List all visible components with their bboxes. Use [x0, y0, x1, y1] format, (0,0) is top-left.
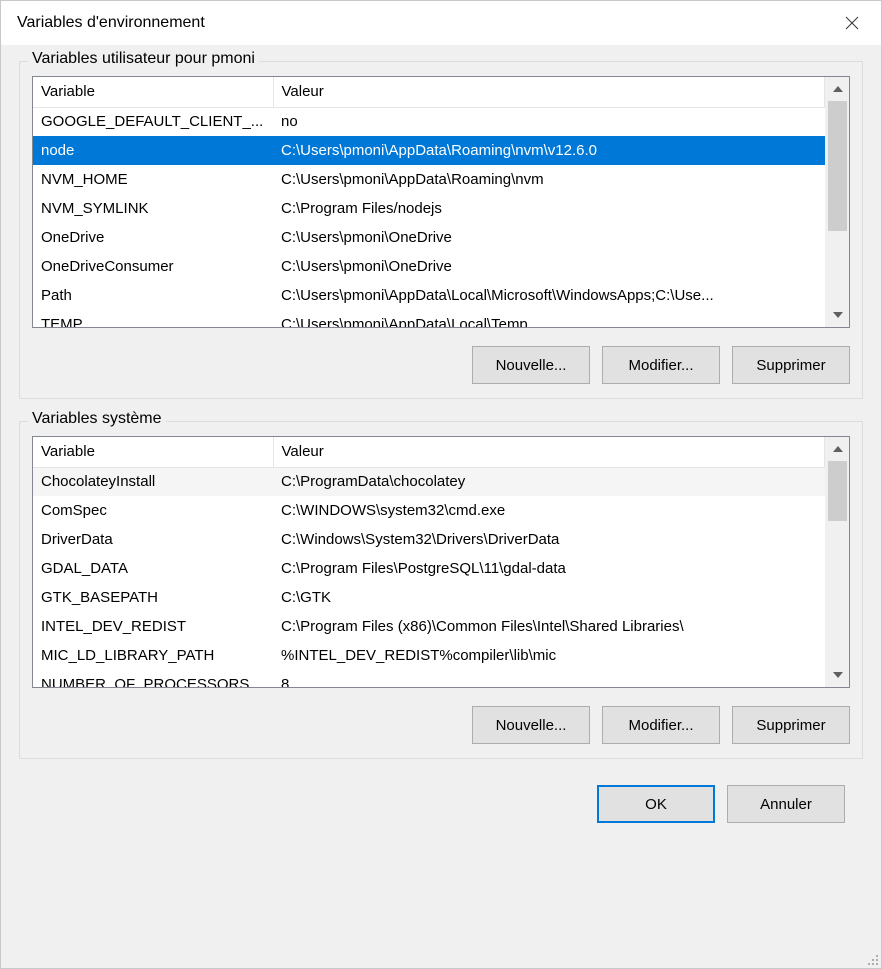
table-row[interactable]: PathC:\Users\pmoni\AppData\Local\Microso…	[33, 281, 825, 310]
cell-value: C:\Users\pmoni\AppData\Roaming\nvm\v12.6…	[273, 136, 825, 165]
user-vars-legend: Variables utilisateur pour pmoni	[28, 50, 259, 68]
cell-variable: DriverData	[33, 525, 273, 554]
scroll-thumb[interactable]	[828, 461, 847, 521]
chevron-up-icon	[833, 446, 843, 452]
scroll-up-button[interactable]	[826, 77, 849, 101]
cell-value: C:\Program Files/nodejs	[273, 194, 825, 223]
user-vars-table: Variable Valeur GOOGLE_DEFAULT_CLIENT_..…	[33, 77, 825, 327]
table-row[interactable]: GOOGLE_DEFAULT_CLIENT_...no	[33, 107, 825, 136]
table-row[interactable]: nodeC:\Users\pmoni\AppData\Roaming\nvm\v…	[33, 136, 825, 165]
cell-variable: NVM_HOME	[33, 165, 273, 194]
table-row[interactable]: NUMBER_OF_PROCESSORS8	[33, 670, 825, 687]
cell-value: %INTEL_DEV_REDIST%compiler\lib\mic	[273, 641, 825, 670]
cell-variable: MIC_LD_LIBRARY_PATH	[33, 641, 273, 670]
table-row[interactable]: GDAL_DATAC:\Program Files\PostgreSQL\11\…	[33, 554, 825, 583]
system-col-header-variable[interactable]: Variable	[33, 437, 273, 467]
system-vars-table-wrap: Variable Valeur ChocolateyInstallC:\Prog…	[32, 436, 850, 688]
table-row[interactable]: NVM_HOMEC:\Users\pmoni\AppData\Roaming\n…	[33, 165, 825, 194]
scroll-down-button[interactable]	[826, 303, 849, 327]
table-row[interactable]: ComSpecC:\WINDOWS\system32\cmd.exe	[33, 496, 825, 525]
ok-button[interactable]: OK	[597, 785, 715, 823]
cell-value: C:\Users\pmoni\AppData\Local\Microsoft\W…	[273, 281, 825, 310]
user-vars-group: Variables utilisateur pour pmoni Variabl…	[19, 61, 863, 399]
close-button[interactable]	[823, 1, 881, 45]
cell-variable: INTEL_DEV_REDIST	[33, 612, 273, 641]
table-row[interactable]: ChocolateyInstallC:\ProgramData\chocolat…	[33, 467, 825, 496]
close-icon	[845, 16, 859, 30]
user-delete-button[interactable]: Supprimer	[732, 346, 850, 384]
titlebar: Variables d'environnement	[1, 1, 881, 45]
window-title: Variables d'environnement	[17, 14, 205, 32]
cell-variable: node	[33, 136, 273, 165]
table-row[interactable]: NVM_SYMLINKC:\Program Files/nodejs	[33, 194, 825, 223]
cell-value: C:\GTK	[273, 583, 825, 612]
system-vars-group: Variables système Variable Valeur Chocol…	[19, 421, 863, 759]
system-new-button[interactable]: Nouvelle...	[472, 706, 590, 744]
system-vars-legend: Variables système	[28, 410, 166, 428]
user-new-button[interactable]: Nouvelle...	[472, 346, 590, 384]
user-button-row: Nouvelle... Modifier... Supprimer	[32, 346, 850, 384]
table-row[interactable]: GTK_BASEPATHC:\GTK	[33, 583, 825, 612]
scroll-track[interactable]	[826, 461, 849, 663]
cell-value: C:\ProgramData\chocolatey	[273, 467, 825, 496]
table-row[interactable]: OneDriveC:\Users\pmoni\OneDrive	[33, 223, 825, 252]
system-scrollbar[interactable]	[825, 437, 849, 687]
footer-row: OK Annuler	[19, 781, 863, 841]
cell-value: no	[273, 107, 825, 136]
cell-variable: GOOGLE_DEFAULT_CLIENT_...	[33, 107, 273, 136]
cell-value: C:\Program Files (x86)\Common Files\Inte…	[273, 612, 825, 641]
table-row[interactable]: MIC_LD_LIBRARY_PATH%INTEL_DEV_REDIST%com…	[33, 641, 825, 670]
cell-value: C:\WINDOWS\system32\cmd.exe	[273, 496, 825, 525]
system-col-header-value[interactable]: Valeur	[273, 437, 825, 467]
cancel-button[interactable]: Annuler	[727, 785, 845, 823]
scroll-thumb[interactable]	[828, 101, 847, 231]
table-row[interactable]: DriverDataC:\Windows\System32\Drivers\Dr…	[33, 525, 825, 554]
user-col-header-variable[interactable]: Variable	[33, 77, 273, 107]
cell-value: C:\Users\pmoni\OneDrive	[273, 223, 825, 252]
system-button-row: Nouvelle... Modifier... Supprimer	[32, 706, 850, 744]
system-edit-button[interactable]: Modifier...	[602, 706, 720, 744]
cell-variable: ChocolateyInstall	[33, 467, 273, 496]
system-delete-button[interactable]: Supprimer	[732, 706, 850, 744]
cell-value: C:\Windows\System32\Drivers\DriverData	[273, 525, 825, 554]
chevron-down-icon	[833, 312, 843, 318]
env-vars-dialog: Variables d'environnement Variables util…	[0, 0, 882, 969]
table-row[interactable]: INTEL_DEV_REDISTC:\Program Files (x86)\C…	[33, 612, 825, 641]
system-vars-tbody: ChocolateyInstallC:\ProgramData\chocolat…	[33, 467, 825, 687]
cell-variable: TEMP	[33, 310, 273, 327]
cell-value: C:\Users\pmoni\AppData\Local\Temp	[273, 310, 825, 327]
chevron-up-icon	[833, 86, 843, 92]
system-vars-table: Variable Valeur ChocolateyInstallC:\Prog…	[33, 437, 825, 687]
cell-variable: Path	[33, 281, 273, 310]
resize-grip[interactable]	[863, 950, 879, 966]
dialog-content: Variables utilisateur pour pmoni Variabl…	[1, 45, 881, 968]
user-edit-button[interactable]: Modifier...	[602, 346, 720, 384]
cell-value: 8	[273, 670, 825, 687]
user-col-header-value[interactable]: Valeur	[273, 77, 825, 107]
cell-variable: NUMBER_OF_PROCESSORS	[33, 670, 273, 687]
cell-variable: GDAL_DATA	[33, 554, 273, 583]
cell-variable: NVM_SYMLINK	[33, 194, 273, 223]
cell-value: C:\Users\pmoni\AppData\Roaming\nvm	[273, 165, 825, 194]
resize-grip-icon	[863, 950, 879, 966]
cell-value: C:\Program Files\PostgreSQL\11\gdal-data	[273, 554, 825, 583]
cell-variable: OneDriveConsumer	[33, 252, 273, 281]
scroll-down-button[interactable]	[826, 663, 849, 687]
table-row[interactable]: TEMPC:\Users\pmoni\AppData\Local\Temp	[33, 310, 825, 327]
table-row[interactable]: OneDriveConsumerC:\Users\pmoni\OneDrive	[33, 252, 825, 281]
cell-variable: ComSpec	[33, 496, 273, 525]
user-scrollbar[interactable]	[825, 77, 849, 327]
cell-variable: GTK_BASEPATH	[33, 583, 273, 612]
user-vars-scrollarea[interactable]: Variable Valeur GOOGLE_DEFAULT_CLIENT_..…	[33, 77, 825, 327]
scroll-track[interactable]	[826, 101, 849, 303]
system-vars-scrollarea[interactable]: Variable Valeur ChocolateyInstallC:\Prog…	[33, 437, 825, 687]
user-vars-table-wrap: Variable Valeur GOOGLE_DEFAULT_CLIENT_..…	[32, 76, 850, 328]
chevron-down-icon	[833, 672, 843, 678]
user-vars-tbody: GOOGLE_DEFAULT_CLIENT_...nonodeC:\Users\…	[33, 107, 825, 327]
cell-variable: OneDrive	[33, 223, 273, 252]
cell-value: C:\Users\pmoni\OneDrive	[273, 252, 825, 281]
scroll-up-button[interactable]	[826, 437, 849, 461]
